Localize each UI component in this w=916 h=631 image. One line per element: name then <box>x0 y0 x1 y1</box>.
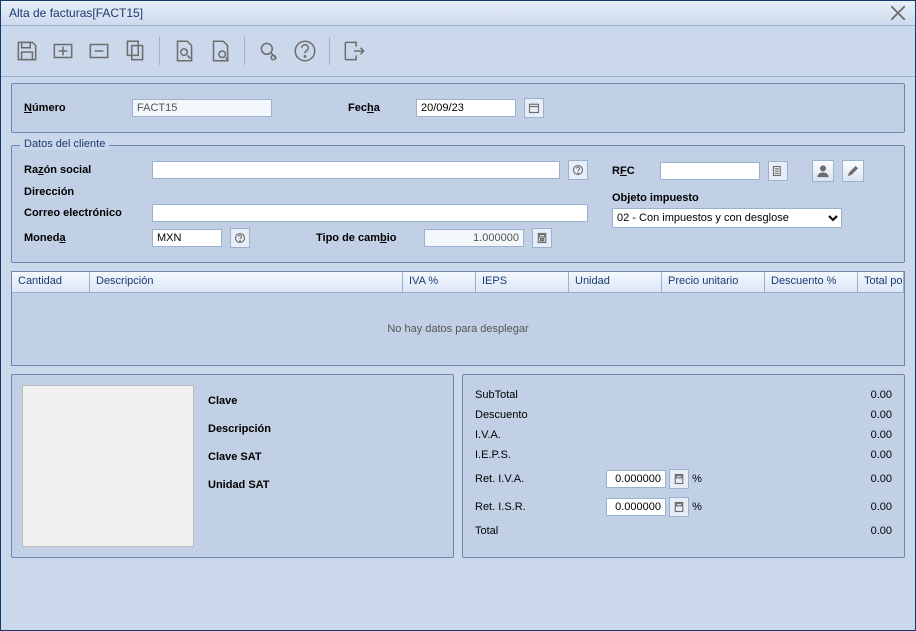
col-unidad[interactable]: Unidad <box>569 272 662 292</box>
calculator-icon[interactable] <box>669 497 689 517</box>
help-icon[interactable] <box>289 35 321 67</box>
preview-icon[interactable] <box>204 35 236 67</box>
razon-social-input[interactable] <box>152 161 560 179</box>
fecha-label: Fecha <box>348 102 408 114</box>
iva-value: 0.00 <box>835 425 894 445</box>
ret-iva-label: Ret. I.V.A. <box>473 465 604 493</box>
user-icon[interactable] <box>812 160 834 182</box>
header-panel: Número Fecha <box>11 83 905 133</box>
percent-label: % <box>692 501 702 513</box>
rfc-input[interactable] <box>660 162 760 180</box>
ieps-value: 0.00 <box>835 445 894 465</box>
bottom-panels: Clave Descripción Clave SAT Unidad SAT S… <box>11 374 905 558</box>
lookup-icon[interactable] <box>768 161 788 181</box>
direccion-label: Dirección <box>24 186 144 198</box>
calculator-icon[interactable] <box>669 469 689 489</box>
tipo-cambio-label: Tipo de cambio <box>316 232 416 244</box>
correo-label: Correo electrónico <box>24 207 144 219</box>
settings-search-icon[interactable] <box>253 35 285 67</box>
total-label: Total <box>473 521 604 541</box>
search-document-icon[interactable] <box>168 35 200 67</box>
grid-header: Cantidad Descripción IVA % IEPS Unidad P… <box>12 272 904 293</box>
toolbar-separator <box>244 37 245 65</box>
moneda-input[interactable] <box>152 229 222 247</box>
save-icon[interactable] <box>11 35 43 67</box>
help-field-icon[interactable] <box>568 160 588 180</box>
thumbnail-placeholder <box>22 385 194 547</box>
toolbar <box>1 26 915 77</box>
calendar-icon[interactable] <box>524 98 544 118</box>
help-field-icon[interactable] <box>230 228 250 248</box>
col-cantidad[interactable]: Cantidad <box>12 272 90 292</box>
subtotal-value: 0.00 <box>835 385 894 405</box>
total-value: 0.00 <box>835 521 894 541</box>
descuento-label: Descuento <box>473 405 604 425</box>
ret-isr-value: 0.00 <box>835 493 894 521</box>
ieps-label: I.E.P.S. <box>473 445 604 465</box>
descuento-value: 0.00 <box>835 405 894 425</box>
col-total[interactable]: Total por partida <box>858 272 904 292</box>
cliente-legend: Datos del cliente <box>20 138 109 150</box>
ret-iva-value: 0.00 <box>835 465 894 493</box>
title-bar: Alta de facturas[FACT15] <box>1 1 915 26</box>
grid-empty-text: No hay datos para desplegar <box>12 293 904 365</box>
items-grid: Cantidad Descripción IVA % IEPS Unidad P… <box>11 271 905 366</box>
toolbar-separator <box>329 37 330 65</box>
exit-icon[interactable] <box>338 35 370 67</box>
new-record-icon[interactable] <box>47 35 79 67</box>
toolbar-separator <box>159 37 160 65</box>
totals-panel: SubTotal 0.00 Descuento 0.00 I.V.A. 0.00 I.… <box>462 374 905 558</box>
correo-input[interactable] <box>152 204 588 222</box>
iva-label: I.V.A. <box>473 425 604 445</box>
copy-icon[interactable] <box>119 35 151 67</box>
edit-icon[interactable] <box>842 160 864 182</box>
delete-record-icon[interactable] <box>83 35 115 67</box>
cliente-panel: Datos del cliente Razón social Dirección… <box>11 145 905 263</box>
col-descuento[interactable]: Descuento % <box>765 272 858 292</box>
numero-label: Número <box>24 102 124 114</box>
tipo-cambio-input <box>424 229 524 247</box>
calculator-icon[interactable] <box>532 228 552 248</box>
moneda-label: Moneda <box>24 232 144 244</box>
percent-label: % <box>692 473 702 485</box>
ret-isr-label: Ret. I.S.R. <box>473 493 604 521</box>
fecha-input[interactable] <box>416 99 516 117</box>
subtotal-label: SubTotal <box>473 385 604 405</box>
numero-input <box>132 99 272 117</box>
razon-label: Razón social <box>24 164 144 176</box>
rfc-label: RFC <box>612 165 652 177</box>
objeto-impuesto-select[interactable]: 02 - Con impuestos y con desglose <box>612 208 842 228</box>
ret-iva-input[interactable] <box>606 470 666 488</box>
col-iva[interactable]: IVA % <box>403 272 476 292</box>
close-icon[interactable] <box>889 4 907 22</box>
item-detail-panel: Clave Descripción Clave SAT Unidad SAT <box>11 374 454 558</box>
ret-isr-input[interactable] <box>606 498 666 516</box>
col-ieps[interactable]: IEPS <box>476 272 569 292</box>
window-title: Alta de facturas[FACT15] <box>9 6 889 20</box>
objeto-label: Objeto impuesto <box>612 192 732 204</box>
col-precio[interactable]: Precio unitario <box>662 272 765 292</box>
col-descripcion[interactable]: Descripción <box>90 272 403 292</box>
